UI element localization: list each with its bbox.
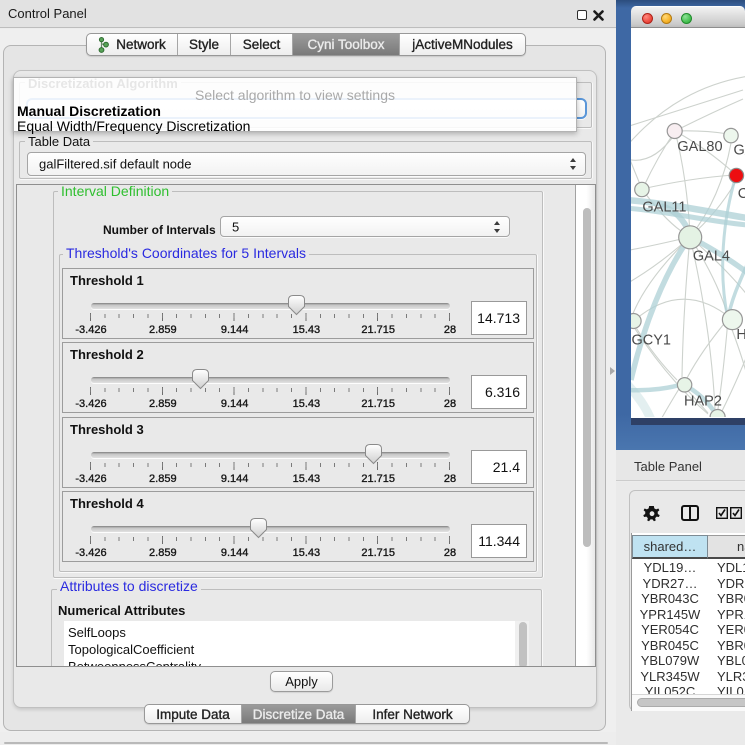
svg-text:C: C (738, 186, 745, 202)
svg-text:GA: GA (734, 143, 745, 159)
svg-text:HAP2: HAP2 (684, 394, 722, 410)
svg-text:GCY1: GCY1 (632, 333, 672, 349)
svg-text:H: H (736, 327, 745, 343)
svg-text:GAL80: GAL80 (677, 139, 722, 155)
svg-text:GAL4: GAL4 (693, 248, 730, 264)
svg-text:GAL11: GAL11 (642, 200, 686, 216)
